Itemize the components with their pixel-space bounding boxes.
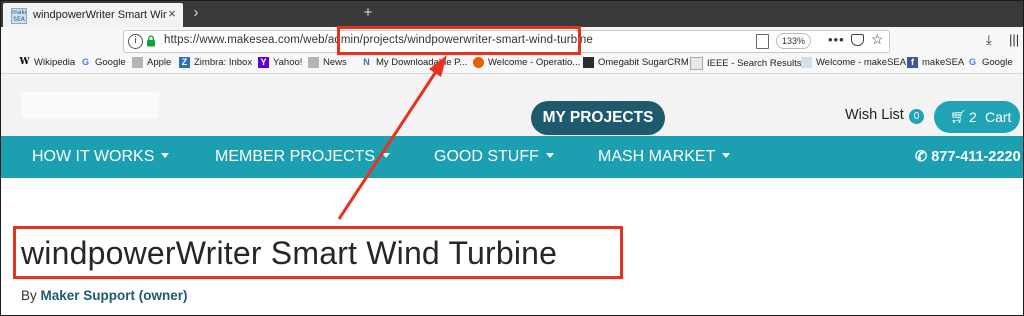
bookmark-yahoo[interactable]: Y Yahoo! <box>258 57 302 68</box>
main-navigation: HOW IT WORKS MEMBER PROJECTS GOOD STUFF … <box>1 136 1023 178</box>
phone-icon: ✆ <box>915 149 932 165</box>
bookmark-google-2[interactable]: G Google <box>967 57 1013 68</box>
download-icon: N <box>363 57 370 67</box>
cart-label: Cart <box>985 109 1012 125</box>
nav-good-stuff[interactable]: GOOD STUFF <box>434 136 554 178</box>
bookmark-welcome-operations[interactable]: Welcome - Operatio... <box>473 57 580 68</box>
omegabit-icon <box>583 57 594 68</box>
site-header: MY PROJECTS Wish List 0 🛒︎ 2 Cart <box>1 74 1023 136</box>
new-tab-button[interactable]: + <box>359 4 377 22</box>
byline: By Maker Support (owner) <box>21 288 188 303</box>
bookmark-news[interactable]: News <box>308 57 347 68</box>
lock-icon <box>147 35 155 47</box>
bookmark-omegabit[interactable]: Omegabit SugarCRM <box>583 57 689 68</box>
info-icon[interactable]: i <box>128 34 143 49</box>
ieee-icon <box>690 57 703 70</box>
makesea-icon <box>801 57 812 68</box>
bookmark-welcome-makesea[interactable]: Welcome - makeSEA <box>801 57 906 68</box>
owner-link[interactable]: Maker Support (owner) <box>41 288 188 303</box>
zimbra-icon: Z <box>179 57 190 68</box>
facebook-icon: f <box>907 57 918 68</box>
caret-down-icon <box>722 153 731 158</box>
page-actions-icon[interactable]: ••• <box>828 32 845 47</box>
browser-tab-bar: make SEA windpowerWriter Smart Wind T × … <box>1 1 1023 27</box>
download-icon[interactable]: ⤓ <box>986 32 992 48</box>
browser-tab[interactable]: make SEA windpowerWriter Smart Wind T × <box>3 3 183 27</box>
bookmark-zimbra[interactable]: Z Zimbra: Inbox <box>179 57 252 68</box>
wikipedia-icon: W <box>19 57 30 67</box>
site-logo-area[interactable] <box>21 92 159 118</box>
bookmark-makesea[interactable]: f makeSEA <box>907 57 964 68</box>
wish-list-count-badge: 0 <box>909 109 924 124</box>
cart-icon: 🛒︎ <box>950 109 967 124</box>
byline-prefix: By <box>21 288 37 303</box>
pocket-icon[interactable] <box>851 34 864 46</box>
google-icon: G <box>81 57 89 67</box>
cart-button[interactable]: 🛒︎ 2 Cart <box>934 101 1020 133</box>
library-icon[interactable]: ||| <box>1009 32 1019 47</box>
bookmark-apple[interactable]: Apple <box>132 57 171 68</box>
nav-mash-market[interactable]: MASH MARKET <box>598 136 731 178</box>
nav-how-it-works[interactable]: HOW IT WORKS <box>32 136 170 178</box>
bookmark-star-icon[interactable]: ☆ <box>871 31 884 48</box>
folder-icon <box>308 57 319 68</box>
chevron-icon[interactable]: › <box>187 4 205 22</box>
bookmark-wikipedia[interactable]: W Wikipedia <box>19 57 75 68</box>
bookmark-downloadable[interactable]: N My Downloadable P... <box>361 57 467 68</box>
folder-icon <box>132 57 143 68</box>
close-tab-icon[interactable]: × <box>165 7 179 21</box>
caret-down-icon <box>161 153 170 158</box>
my-projects-button[interactable]: MY PROJECTS <box>531 101 665 135</box>
reader-view-icon[interactable] <box>756 34 769 49</box>
tab-title: windpowerWriter Smart Wind T <box>33 9 167 21</box>
url-highlight-box <box>337 26 581 55</box>
bookmarks-bar: W Wikipedia G Google Apple Z Zimbra: Inbox … <box>1 55 1023 74</box>
cart-count: 2 <box>969 109 977 125</box>
wish-list-link[interactable]: Wish List <box>845 107 904 123</box>
firefox-icon <box>473 57 484 68</box>
makesea-favicon-icon: make SEA <box>11 8 27 24</box>
nav-member-projects[interactable]: MEMBER PROJECTS <box>215 136 391 178</box>
bookmark-ieee[interactable]: IEEE - Search Results <box>690 57 802 70</box>
google-icon: G <box>968 57 976 67</box>
caret-down-icon <box>545 153 554 158</box>
screenshot-frame: make SEA windpowerWriter Smart Wind T × … <box>0 0 1024 316</box>
bookmark-google[interactable]: G Google <box>80 57 126 68</box>
caret-down-icon <box>382 153 391 158</box>
zoom-level[interactable]: 133% <box>776 33 812 49</box>
phone-number[interactable]: ✆ 877-411-2220 <box>915 136 1021 178</box>
title-highlight-box <box>13 226 623 279</box>
yahoo-icon: Y <box>258 57 269 68</box>
